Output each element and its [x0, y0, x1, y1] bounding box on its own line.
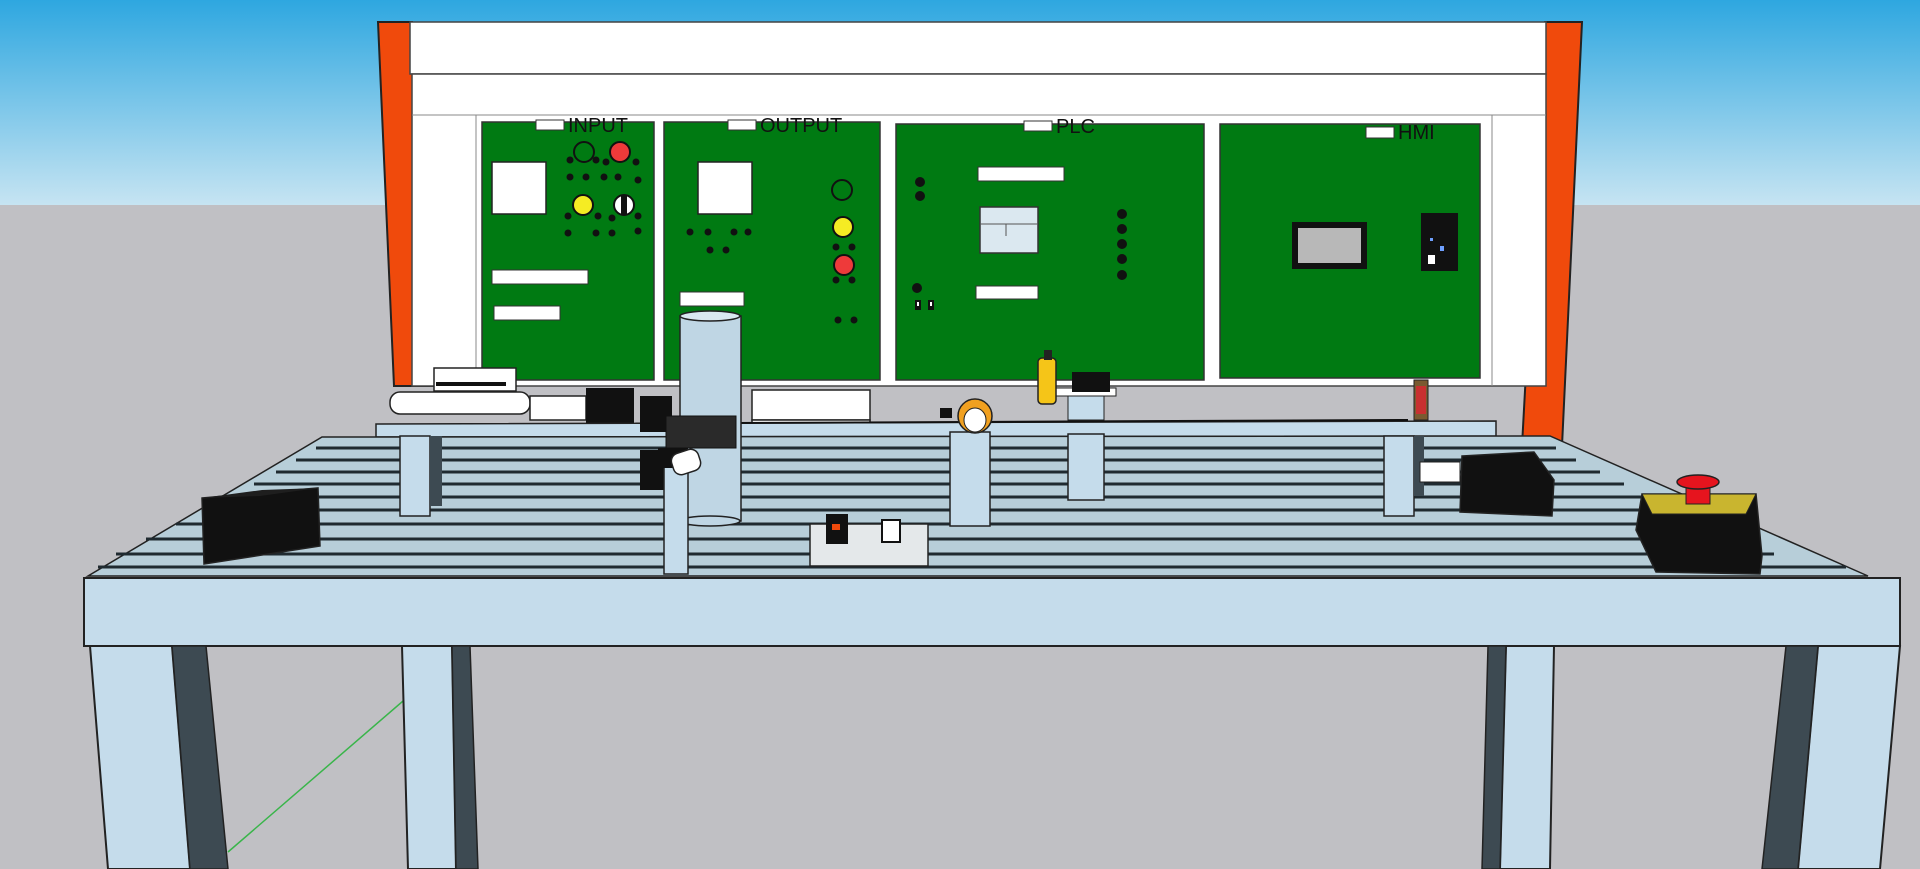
hmi-panel: HMI [1219, 122, 1481, 379]
green-pilot-lamp-icon[interactable] [831, 179, 853, 201]
table-leg-back-left [400, 645, 458, 869]
plc-panel-label: PLC [1056, 116, 1095, 138]
plc-panel-board [895, 123, 1205, 381]
input-panel-label: INPUT [568, 115, 628, 137]
plc-bottom-terminal-strip [975, 285, 1039, 300]
yellow-pilot-lamp-icon[interactable] [832, 216, 854, 238]
input-panel: INPUT [481, 115, 655, 381]
green-pilot-lamp-icon[interactable] [573, 141, 595, 163]
board-top-strip [409, 21, 1547, 75]
input-terminal-strip-1 [491, 269, 589, 285]
hmi-screen-icon[interactable] [1292, 222, 1367, 269]
output-label-plate [727, 119, 757, 131]
selector-switch-icon[interactable] [613, 194, 635, 216]
bin-right [1459, 451, 1555, 517]
input-label-plate [535, 119, 565, 131]
hmi-panel-label: HMI [1398, 122, 1435, 144]
output-terminal-strip [679, 291, 745, 307]
output-display-module [697, 161, 753, 215]
output-panel-label: OUTPUT [760, 115, 842, 137]
plc-cpu-module [979, 206, 1039, 254]
hmi-label-plate [1365, 126, 1395, 139]
plc-label-plate [1023, 120, 1053, 132]
input-terminal-strip-2 [493, 305, 561, 321]
plc-panel: PLC [895, 116, 1205, 381]
input-display-module [491, 161, 547, 215]
table-leg-back-right [1498, 645, 1556, 869]
plc-controller-unit [1421, 213, 1458, 271]
red-pilot-lamp-icon[interactable] [609, 141, 631, 163]
plc-top-terminal-strip [977, 166, 1065, 182]
workstation-scene: INPUT OUTPUT PLC HMI [0, 0, 1920, 869]
table-front-apron [83, 577, 1901, 647]
red-pilot-lamp-icon[interactable] [833, 254, 855, 276]
yellow-pilot-lamp-icon[interactable] [572, 194, 594, 216]
